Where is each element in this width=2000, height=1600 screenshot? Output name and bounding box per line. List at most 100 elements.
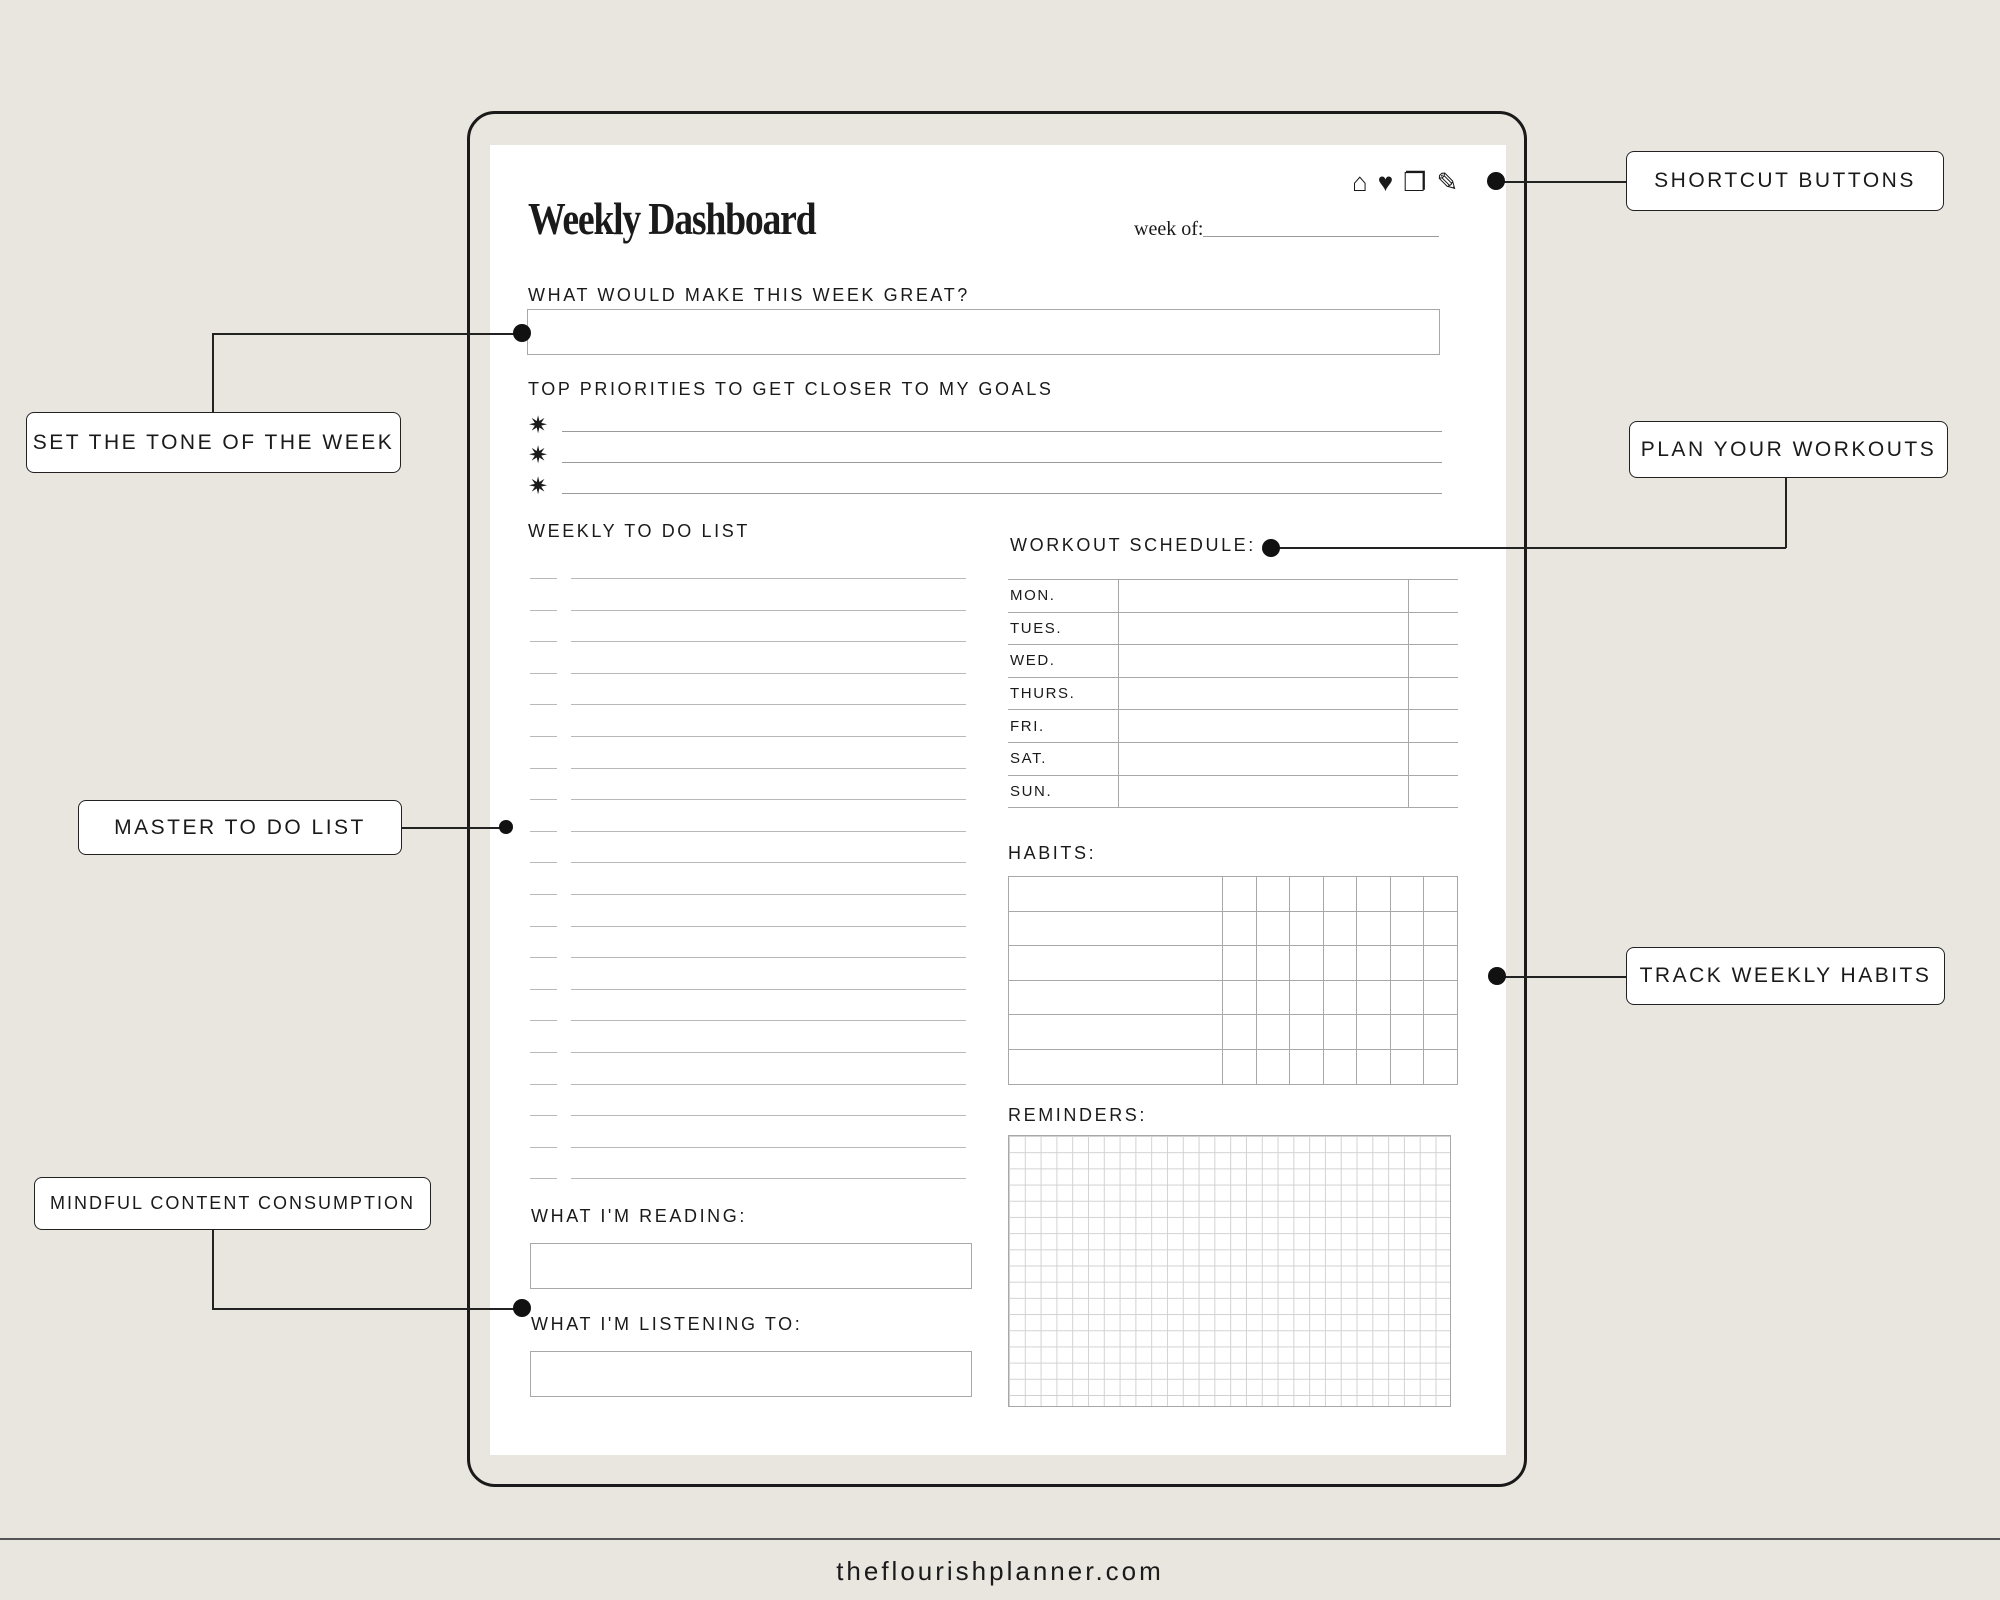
habit-name-cell[interactable] xyxy=(1008,910,1223,947)
todo-line[interactable] xyxy=(571,1020,966,1022)
todo-checkbox[interactable] xyxy=(530,957,557,959)
habit-check-cell[interactable] xyxy=(1423,1014,1458,1050)
workout-check-cell[interactable] xyxy=(1407,709,1458,743)
habit-check-cell[interactable] xyxy=(1356,1014,1391,1050)
workout-check-cell[interactable] xyxy=(1407,644,1458,678)
todo-line[interactable] xyxy=(571,925,966,927)
todo-checkbox[interactable] xyxy=(530,988,557,990)
todo-line[interactable] xyxy=(571,1083,966,1085)
habit-check-cell[interactable] xyxy=(1222,945,1257,981)
habit-check-cell[interactable] xyxy=(1322,876,1358,912)
todo-line[interactable] xyxy=(571,1052,966,1053)
reading-input[interactable] xyxy=(530,1243,972,1289)
habit-check-cell[interactable] xyxy=(1322,979,1358,1016)
todo-checkbox[interactable] xyxy=(530,641,557,643)
habit-check-cell[interactable] xyxy=(1222,910,1257,947)
priority-line[interactable] xyxy=(562,493,1442,494)
habit-name-cell[interactable] xyxy=(1008,945,1223,981)
todo-checkbox[interactable] xyxy=(530,1115,557,1117)
todo-line[interactable] xyxy=(571,894,966,895)
todo-checkbox[interactable] xyxy=(530,672,557,674)
habit-check-cell[interactable] xyxy=(1255,945,1291,981)
habit-check-cell[interactable] xyxy=(1423,979,1458,1016)
habit-check-cell[interactable] xyxy=(1423,1048,1458,1085)
habit-name-cell[interactable] xyxy=(1008,876,1223,912)
heart-icon[interactable]: ♥ xyxy=(1378,169,1393,195)
habit-check-cell[interactable] xyxy=(1255,979,1291,1016)
todo-checkbox[interactable] xyxy=(530,736,557,737)
reminders-grid[interactable] xyxy=(1008,1135,1451,1407)
todo-checkbox[interactable] xyxy=(530,862,557,864)
habit-check-cell[interactable] xyxy=(1356,945,1391,981)
habit-check-cell[interactable] xyxy=(1289,979,1324,1016)
habit-check-cell[interactable] xyxy=(1356,1048,1391,1085)
habit-check-cell[interactable] xyxy=(1255,1014,1291,1050)
todo-line[interactable] xyxy=(571,957,966,959)
habit-check-cell[interactable] xyxy=(1289,945,1324,981)
todo-checkbox[interactable] xyxy=(530,578,557,579)
habit-check-cell[interactable] xyxy=(1322,945,1358,981)
todo-checkbox[interactable] xyxy=(530,1083,557,1085)
todo-checkbox[interactable] xyxy=(530,704,557,706)
todo-line[interactable] xyxy=(571,704,966,706)
todo-checkbox[interactable] xyxy=(530,925,557,927)
habit-check-cell[interactable] xyxy=(1255,910,1291,947)
habit-name-cell[interactable] xyxy=(1008,1014,1223,1050)
todo-line[interactable] xyxy=(571,988,966,990)
habit-name-cell[interactable] xyxy=(1008,979,1223,1016)
habit-check-cell[interactable] xyxy=(1289,910,1324,947)
habit-name-cell[interactable] xyxy=(1008,1048,1223,1085)
habit-check-cell[interactable] xyxy=(1423,876,1458,912)
habit-check-cell[interactable] xyxy=(1356,876,1391,912)
todo-line[interactable] xyxy=(571,799,966,801)
habit-check-cell[interactable] xyxy=(1389,876,1425,912)
todo-checkbox[interactable] xyxy=(530,799,557,801)
square-icon[interactable]: ❐ xyxy=(1403,169,1426,195)
workout-check-cell[interactable] xyxy=(1407,612,1458,646)
habit-check-cell[interactable] xyxy=(1389,1048,1425,1085)
workout-check-cell[interactable] xyxy=(1407,579,1458,613)
todo-line[interactable] xyxy=(571,609,966,611)
todo-checkbox[interactable] xyxy=(530,894,557,895)
week-of-field[interactable] xyxy=(1203,236,1439,237)
todo-line[interactable] xyxy=(571,736,966,737)
todo-line[interactable] xyxy=(571,672,966,674)
todo-checkbox[interactable] xyxy=(530,830,557,832)
habit-check-cell[interactable] xyxy=(1222,979,1257,1016)
habit-check-cell[interactable] xyxy=(1322,1048,1358,1085)
home-icon[interactable]: ⌂ xyxy=(1352,169,1368,195)
priority-line[interactable] xyxy=(562,462,1442,463)
habit-check-cell[interactable] xyxy=(1289,1014,1324,1050)
todo-line[interactable] xyxy=(571,767,966,769)
habit-check-cell[interactable] xyxy=(1356,979,1391,1016)
habit-check-cell[interactable] xyxy=(1289,1048,1324,1085)
workout-entry-cell[interactable] xyxy=(1117,775,1408,809)
workout-entry-cell[interactable] xyxy=(1117,742,1408,776)
workout-check-cell[interactable] xyxy=(1407,742,1458,776)
workout-entry-cell[interactable] xyxy=(1117,579,1408,613)
habit-check-cell[interactable] xyxy=(1389,979,1425,1016)
todo-line[interactable] xyxy=(571,862,966,864)
todo-checkbox[interactable] xyxy=(530,1052,557,1053)
workout-entry-cell[interactable] xyxy=(1117,677,1408,711)
habit-check-cell[interactable] xyxy=(1389,910,1425,947)
pencil-icon[interactable]: ✎ xyxy=(1436,169,1458,195)
priority-line[interactable] xyxy=(562,431,1442,432)
habit-check-cell[interactable] xyxy=(1322,910,1358,947)
todo-checkbox[interactable] xyxy=(530,1178,557,1180)
todo-line[interactable] xyxy=(571,578,966,579)
todo-checkbox[interactable] xyxy=(530,1146,557,1148)
workout-check-cell[interactable] xyxy=(1407,775,1458,809)
listening-input[interactable] xyxy=(530,1351,972,1397)
todo-checkbox[interactable] xyxy=(530,767,557,769)
week-great-input[interactable] xyxy=(527,309,1440,355)
habit-check-cell[interactable] xyxy=(1389,1014,1425,1050)
habit-check-cell[interactable] xyxy=(1255,876,1291,912)
workout-check-cell[interactable] xyxy=(1407,677,1458,711)
todo-checkbox[interactable] xyxy=(530,609,557,611)
habit-check-cell[interactable] xyxy=(1423,945,1458,981)
workout-entry-cell[interactable] xyxy=(1117,644,1408,678)
habit-check-cell[interactable] xyxy=(1423,910,1458,947)
habit-check-cell[interactable] xyxy=(1255,1048,1291,1085)
todo-line[interactable] xyxy=(571,1146,966,1148)
